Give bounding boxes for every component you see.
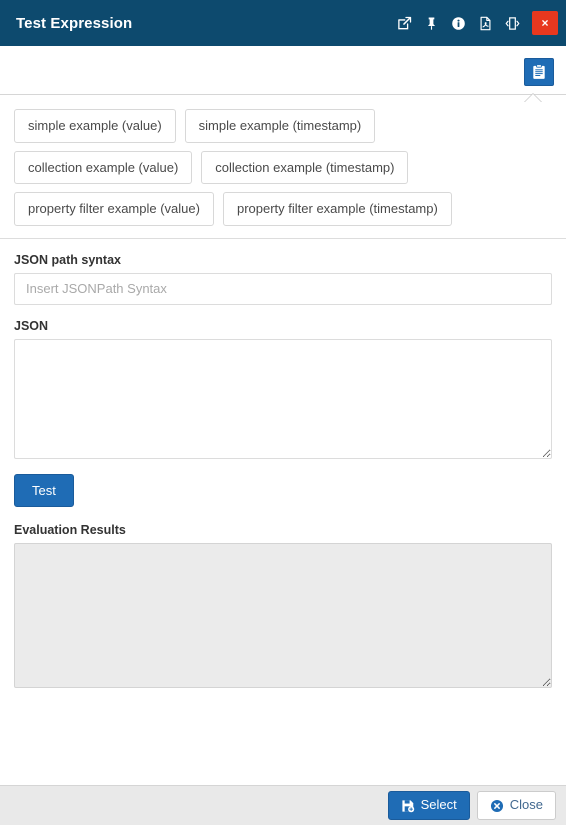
example-collection-value-button[interactable]: collection example (value) xyxy=(14,150,193,185)
example-simple-value-button[interactable]: simple example (value) xyxy=(14,109,176,143)
examples-panel: simple example (value) simple example (t… xyxy=(0,95,566,239)
close-button-label: Close xyxy=(509,797,543,813)
example-property-filter-timestamp-button[interactable]: property filter example (timestamp) xyxy=(222,192,452,226)
examples-row: property filter example (value) property… xyxy=(14,192,552,226)
titlebar-icon-group: × xyxy=(391,10,558,36)
jsonpath-label: JSON path syntax xyxy=(14,252,121,267)
info-icon[interactable] xyxy=(445,10,471,36)
dialog-footer: Select Close xyxy=(0,785,566,825)
examples-row: collection example (value) collection ex… xyxy=(14,150,552,185)
dialog-titlebar: Test Expression × xyxy=(0,0,566,46)
save-add-icon xyxy=(401,799,415,813)
dialog-body: JSON path syntax JSON Test Evaluation Re… xyxy=(0,239,566,785)
close-circle-icon xyxy=(490,799,504,813)
dialog-title: Test Expression xyxy=(16,14,133,32)
select-button-label: Select xyxy=(420,797,457,813)
evaluation-results-textarea[interactable] xyxy=(14,542,552,688)
clipboard-examples-icon[interactable] xyxy=(524,58,554,86)
pin-icon[interactable] xyxy=(418,10,444,36)
example-collection-timestamp-button[interactable]: collection example (timestamp) xyxy=(201,150,409,185)
json-textarea[interactable] xyxy=(14,338,552,459)
test-expression-dialog: Test Expression × simple example (value)… xyxy=(0,0,566,825)
collapse-expand-icon[interactable] xyxy=(499,10,525,36)
examples-caret-icon xyxy=(524,94,542,103)
examples-row: simple example (value) simple example (t… xyxy=(14,109,552,143)
close-button[interactable]: Close xyxy=(476,791,556,820)
example-simple-timestamp-button[interactable]: simple example (timestamp) xyxy=(184,109,376,143)
close-icon[interactable]: × xyxy=(532,11,558,35)
test-button[interactable]: Test xyxy=(14,473,74,507)
select-button[interactable]: Select xyxy=(387,791,470,820)
example-property-filter-value-button[interactable]: property filter example (value) xyxy=(14,192,214,226)
pdf-export-icon[interactable] xyxy=(472,10,498,36)
jsonpath-input[interactable] xyxy=(14,272,552,305)
json-label: JSON xyxy=(14,318,49,333)
examples-toolbar xyxy=(0,46,566,103)
open-in-new-window-icon[interactable] xyxy=(391,10,417,36)
evaluation-results-label: Evaluation Results xyxy=(14,522,126,537)
